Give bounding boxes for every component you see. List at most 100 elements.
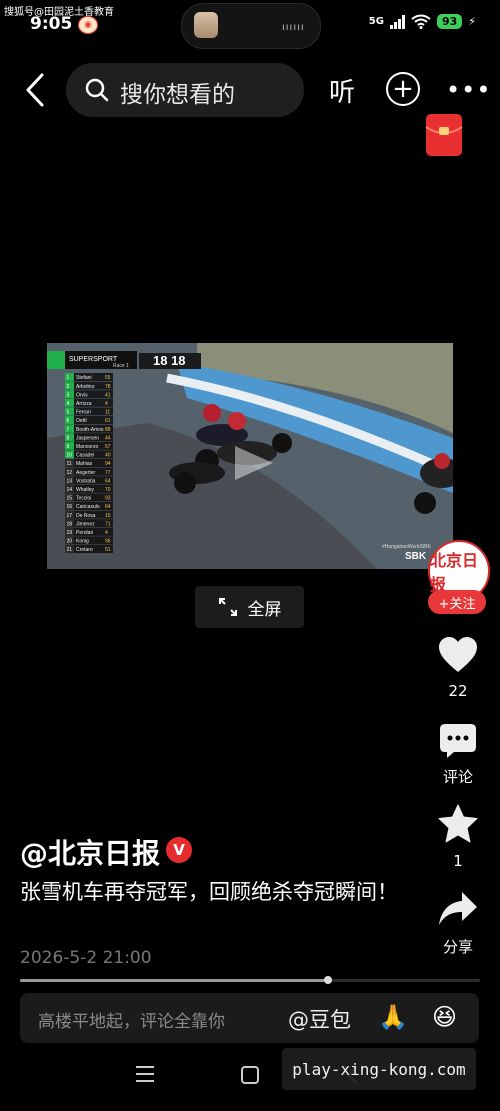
add-button[interactable]: + — [386, 72, 420, 106]
like-count: 22 — [448, 682, 468, 700]
leaderboard-rider-name: Arbolino — [76, 384, 95, 390]
leaderboard-rider-number: 61 — [105, 418, 111, 424]
leaderboard-rider-number: 44 — [105, 435, 111, 441]
nav-menu-button[interactable] — [135, 1065, 155, 1087]
comment-placeholder: 高楼平地起，评论全靠你 — [38, 1012, 225, 1032]
search-input[interactable]: 搜你想看的 — [66, 63, 304, 117]
leaderboard-rider-number: 41 — [105, 392, 111, 398]
island-thumbnail — [194, 12, 218, 38]
leaderboard-rider-number: 78 — [105, 384, 111, 390]
leaderboard-rider-number: 15 — [105, 513, 111, 519]
more-options-icon[interactable]: ••• — [446, 76, 491, 104]
author-name[interactable]: @北京日报 — [20, 832, 160, 872]
pray-emoji-button[interactable]: 🙏 — [378, 1003, 408, 1031]
video-frame: SUPERSPORT Race 1 18 18 1 Stefani 55 2 Arbol… — [47, 343, 453, 569]
red-packet-icon[interactable] — [425, 113, 463, 157]
leaderboard-position: 17 — [67, 513, 73, 519]
leaderboard-position: 7 — [67, 427, 70, 433]
leaderboard-rider-name: Mahias — [76, 461, 93, 467]
comment-button[interactable]: 评论 — [428, 723, 488, 787]
progress-fill — [20, 979, 329, 982]
leaderboard-rider-name: Oettl — [76, 418, 87, 424]
like-button[interactable]: 22 — [428, 636, 488, 700]
audio-wave-icon: ıııııı — [282, 22, 305, 33]
video-player[interactable]: SUPERSPORT Race 1 18 18 1 Stefani 55 2 Arbol… — [47, 343, 453, 569]
share-button[interactable]: 分享 — [428, 890, 488, 960]
leaderboard-rider-name: De Rosa — [76, 513, 96, 519]
leaderboard-rider-name: Booth-Amos — [76, 427, 104, 433]
signal-icon — [389, 14, 405, 29]
leaderboard-position: 21 — [67, 547, 73, 553]
leaderboard-position: 3 — [67, 392, 70, 398]
leaderboard-position: 1 — [67, 375, 70, 381]
follow-button[interactable]: +关注 — [428, 590, 486, 614]
leaderboard-rider-name: Konig — [76, 539, 89, 545]
progress-handle[interactable] — [324, 976, 333, 984]
leaderboard-rider-name: Manoorzo — [76, 444, 98, 450]
weibo-notification-icon: ◉ — [78, 16, 98, 34]
leaderboard-rider-number: 94 — [105, 461, 111, 467]
leaderboard-rider-number: 96 — [105, 539, 111, 545]
leaderboard-rider-name: Aegerter — [76, 470, 96, 476]
leaderboard-position: 6 — [67, 418, 70, 424]
leaderboard-rider-number: 4 — [105, 401, 108, 407]
back-button[interactable] — [22, 72, 48, 108]
lap-counter: 18 18 — [153, 353, 186, 368]
video-progress-bar[interactable] — [20, 976, 480, 984]
doubao-mention-button[interactable]: @豆包 — [288, 1004, 351, 1034]
favorite-button[interactable]: 1 — [428, 804, 488, 874]
menu-icon — [136, 1066, 154, 1082]
leaderboard: 1 Stefani 552 Arbolino 783 Orvis 414 Arrizza 45 F… — [65, 373, 113, 553]
dynamic-island[interactable]: ıııııı — [181, 3, 321, 49]
watermark-bottom: play-xing-kong.com — [282, 1048, 476, 1090]
leaderboard-position: 8 — [67, 435, 70, 441]
leaderboard-rider-number: 51 — [105, 547, 111, 553]
leaderboard-rider-name: Stefani — [76, 375, 92, 381]
home-square-icon — [241, 1066, 259, 1084]
network-type: 5G — [368, 16, 384, 27]
plus-icon: + — [392, 74, 414, 104]
nav-home-button[interactable] — [240, 1065, 260, 1089]
leaderboard-position: 5 — [67, 410, 70, 416]
comment-input[interactable]: 高楼平地起，评论全靠你 @豆包 🙏 😆 — [20, 993, 479, 1043]
leaderboard-position: 10 — [67, 453, 73, 459]
leaderboard-rider-number: 88 — [105, 427, 111, 433]
broadcast-logo: SBK — [405, 551, 427, 562]
leaderboard-position: 11 — [67, 461, 72, 467]
fullscreen-label: 全屏 — [247, 599, 282, 620]
listen-button[interactable]: 听 — [329, 72, 355, 109]
chevron-left-icon — [26, 73, 44, 107]
broadcast-tag: #HungarianWorldSBK — [382, 544, 431, 550]
leaderboard-position: 2 — [67, 384, 70, 390]
battery-indicator: 93 — [436, 14, 463, 29]
verified-badge-icon: V — [166, 837, 192, 863]
leaderboard-rider-number: 71 — [105, 521, 111, 527]
leaderboard-rider-name: Orvis — [76, 392, 88, 398]
status-time: 9:05 — [30, 14, 73, 34]
leaderboard-rider-name: Ferrari — [76, 410, 91, 416]
search-placeholder: 搜你想看的 — [120, 82, 235, 108]
overlay-title: SUPERSPORT — [69, 356, 118, 363]
leaderboard-rider-number: 40 — [105, 453, 111, 459]
leaderboard-rider-number: 64 — [105, 478, 111, 484]
leaderboard-rider-name: Jaspersen — [76, 435, 99, 441]
wifi-icon — [411, 14, 431, 29]
comment-label: 评论 — [442, 768, 473, 786]
leaderboard-rider-number: 70 — [105, 487, 111, 493]
video-caption: 张雪机车再夺冠军，回顾绝杀夺冠瞬间！ — [20, 880, 398, 904]
leaderboard-position: 16 — [67, 504, 73, 510]
laugh-emoji-button[interactable]: 😆 — [432, 1003, 457, 1031]
leaderboard-rider-number: 11 — [105, 410, 110, 416]
search-icon — [85, 78, 109, 102]
leaderboard-rider-name: Vostratia — [76, 478, 96, 484]
leaderboard-position: 19 — [67, 530, 73, 536]
fullscreen-button[interactable]: 全屏 — [195, 586, 304, 628]
comment-icon — [440, 724, 476, 758]
charging-icon: ⚡ — [468, 15, 476, 28]
leaderboard-position: 9 — [67, 444, 70, 450]
leaderboard-rider-name: Caricasulo — [76, 504, 100, 510]
leaderboard-rider-name: Casadei — [76, 453, 94, 459]
leaderboard-position: 14 — [67, 487, 73, 493]
status-indicators: 5G 93 ⚡ — [369, 14, 476, 29]
expand-icon — [218, 598, 237, 616]
